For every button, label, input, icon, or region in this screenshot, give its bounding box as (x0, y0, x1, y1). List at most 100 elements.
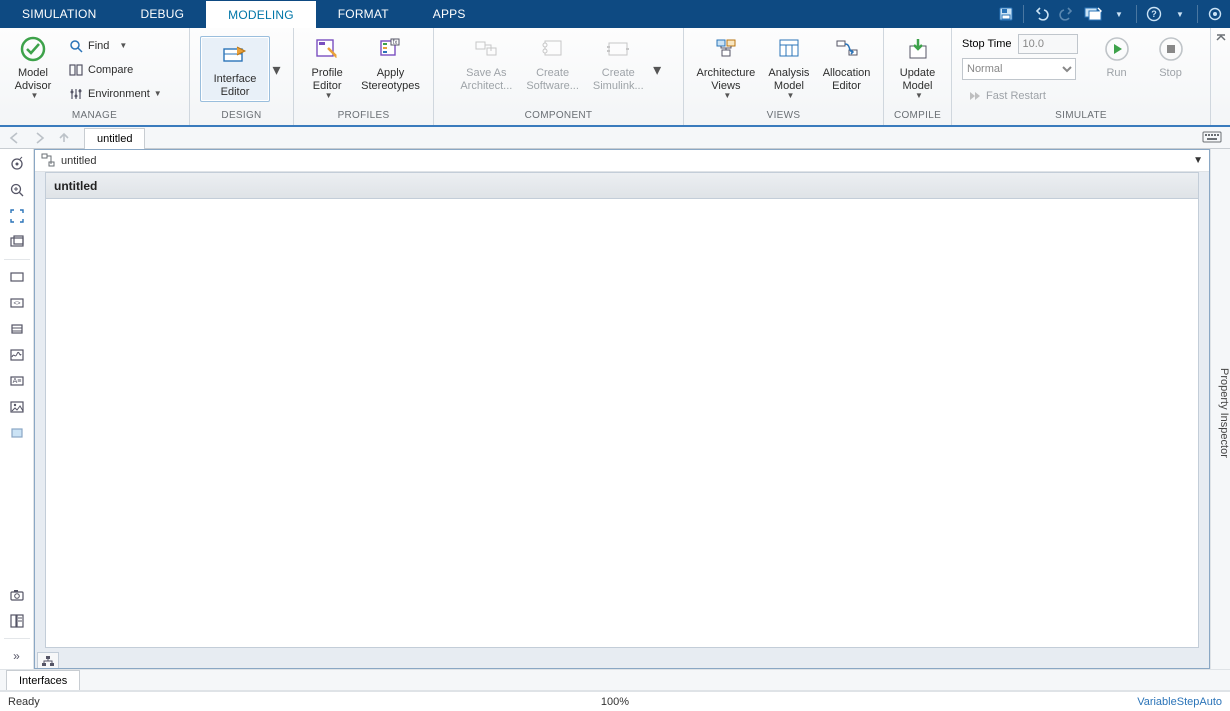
interfaces-panel-tab[interactable]: Interfaces (6, 670, 80, 690)
collapse-ribbon-button[interactable] (1210, 28, 1230, 125)
simulink-component-icon (604, 35, 632, 63)
group-label-views: VIEWS (684, 110, 883, 125)
tab-simulation[interactable]: SIMULATION (0, 0, 118, 28)
group-label-component: COMPONENT (434, 110, 683, 125)
architecture-views-button[interactable]: Architecture Views ▼ (690, 30, 762, 104)
annotation-icon[interactable] (3, 264, 31, 290)
group-label-profiles: PROFILES (294, 110, 433, 125)
stop-time-input[interactable] (1018, 34, 1078, 54)
find-label: Find (88, 40, 109, 52)
property-inspector-tab[interactable]: Property Inspector (1210, 149, 1230, 669)
fit-to-view-icon[interactable] (3, 203, 31, 229)
update-model-icon (904, 35, 932, 63)
apply-stereotypes-button[interactable]: fx Apply Stereotypes (354, 30, 427, 95)
create-simulink-label: Create Simulink... (593, 67, 644, 92)
undo-icon[interactable] (1032, 5, 1050, 23)
stop-button: Stop (1144, 30, 1198, 83)
compare-label: Compare (88, 64, 133, 76)
apply-stereotypes-label: Apply Stereotypes (361, 67, 420, 92)
expand-palette-icon[interactable]: » (3, 643, 31, 669)
save-as-architecture-button: Save As Architect... (453, 30, 519, 95)
environment-button[interactable]: Environment ▼ (64, 82, 166, 106)
image-annotation-icon[interactable] (3, 394, 31, 420)
main-tabstrip: SIMULATION DEBUG MODELING FORMAT APPS ▼ … (0, 0, 1230, 28)
help-icon[interactable]: ? (1145, 5, 1163, 23)
status-zoom[interactable]: 100% (601, 696, 629, 708)
find-button[interactable]: Find ▼ (64, 34, 166, 58)
group-label-simulate: SIMULATE (952, 110, 1210, 125)
status-ready: Ready (8, 696, 40, 708)
analysis-model-button[interactable]: Analysis Model ▼ (762, 30, 816, 104)
nav-back-button[interactable] (6, 129, 26, 147)
switch-windows-icon[interactable] (1084, 5, 1102, 23)
explorer-bar: untitled (0, 127, 1230, 149)
profile-editor-label: Profile Editor (312, 67, 343, 92)
hide-browser-icon[interactable] (3, 151, 31, 177)
canvas-title-bar: untitled (46, 173, 1198, 199)
svg-text:?: ? (1151, 9, 1157, 19)
signal-viewer-icon[interactable] (3, 342, 31, 368)
allocation-editor-button[interactable]: Allocation Editor (816, 30, 877, 95)
search-icon (68, 38, 84, 54)
component-gallery-dropdown[interactable]: ▾ (651, 34, 664, 106)
document-tab-label: untitled (97, 133, 132, 145)
simulation-mode-select[interactable]: Normal (962, 58, 1076, 80)
area-annotation-icon[interactable] (3, 420, 31, 446)
model-canvas[interactable] (46, 199, 1198, 647)
canvas-frame: untitled ▼ untitled (34, 149, 1210, 669)
group-label-manage: MANAGE (0, 110, 189, 125)
interface-editor-label: Interface Editor (214, 73, 257, 98)
text-annotation-icon[interactable]: A≡ (3, 368, 31, 394)
software-component-icon-palette[interactable] (3, 316, 31, 342)
design-gallery-dropdown[interactable]: ▾ (270, 34, 283, 106)
software-component-icon (539, 35, 567, 63)
nav-up-button[interactable] (54, 129, 74, 147)
keyboard-icon[interactable] (1202, 130, 1224, 146)
model-hierarchy-icon[interactable] (41, 153, 57, 169)
save-icon[interactable] (997, 5, 1015, 23)
model-browser-icon[interactable] (3, 608, 31, 634)
compare-button[interactable]: Compare (64, 58, 166, 82)
tab-format[interactable]: FORMAT (316, 0, 411, 28)
canvas-title-text: untitled (54, 179, 97, 193)
redo-icon[interactable] (1058, 5, 1076, 23)
screenshot-icon[interactable] (3, 582, 31, 608)
canvas-area: untitled (45, 172, 1199, 648)
save-as-architecture-label: Save As Architect... (460, 67, 512, 92)
path-dropdown-icon[interactable]: ▼ (1193, 155, 1203, 166)
qat-dropdown-icon[interactable]: ▼ (1110, 5, 1128, 23)
architecture-component-icon[interactable]: <> (3, 290, 31, 316)
property-inspector-label: Property Inspector (1218, 368, 1230, 458)
architecture-views-icon (712, 35, 740, 63)
model-path-bar: untitled ▼ (35, 150, 1209, 172)
fast-restart-label: Fast Restart (986, 90, 1046, 102)
fullscreen-icon[interactable] (1206, 5, 1224, 23)
model-path-text[interactable]: untitled (61, 155, 96, 167)
run-button[interactable]: Run (1090, 30, 1144, 83)
quick-access-toolbar: ▼ ? ▼ (997, 0, 1224, 28)
tab-apps[interactable]: APPS (411, 0, 488, 28)
profile-editor-icon (313, 35, 341, 63)
group-label-design: DESIGN (190, 110, 293, 125)
model-advisor-button[interactable]: Model Advisor ▼ (6, 30, 60, 104)
zoom-in-icon[interactable] (3, 177, 31, 203)
hierarchy-tab-icon[interactable] (37, 652, 59, 668)
profile-editor-button[interactable]: Profile Editor ▼ (300, 30, 354, 104)
svg-text:fx: fx (393, 40, 398, 46)
toggle-perspective-icon[interactable] (3, 229, 31, 255)
status-solver[interactable]: VariableStepAuto (1137, 696, 1222, 708)
document-tab-untitled[interactable]: untitled (84, 128, 145, 150)
interface-editor-button[interactable]: Interface Editor (200, 36, 270, 101)
nav-forward-button[interactable] (30, 129, 50, 147)
architecture-views-label: Architecture Views (697, 67, 756, 92)
environment-label: Environment (88, 88, 150, 100)
tab-debug[interactable]: DEBUG (118, 0, 206, 28)
update-model-button[interactable]: Update Model ▼ (891, 30, 945, 104)
palette-bar: <> A≡ » (0, 149, 34, 669)
tab-modeling[interactable]: MODELING (206, 0, 316, 28)
group-label-compile: COMPILE (884, 110, 951, 125)
interfaces-panel-label: Interfaces (19, 675, 67, 687)
help-dropdown-icon[interactable]: ▼ (1171, 5, 1189, 23)
sliders-icon (68, 86, 84, 102)
interface-editor-icon (221, 41, 249, 69)
